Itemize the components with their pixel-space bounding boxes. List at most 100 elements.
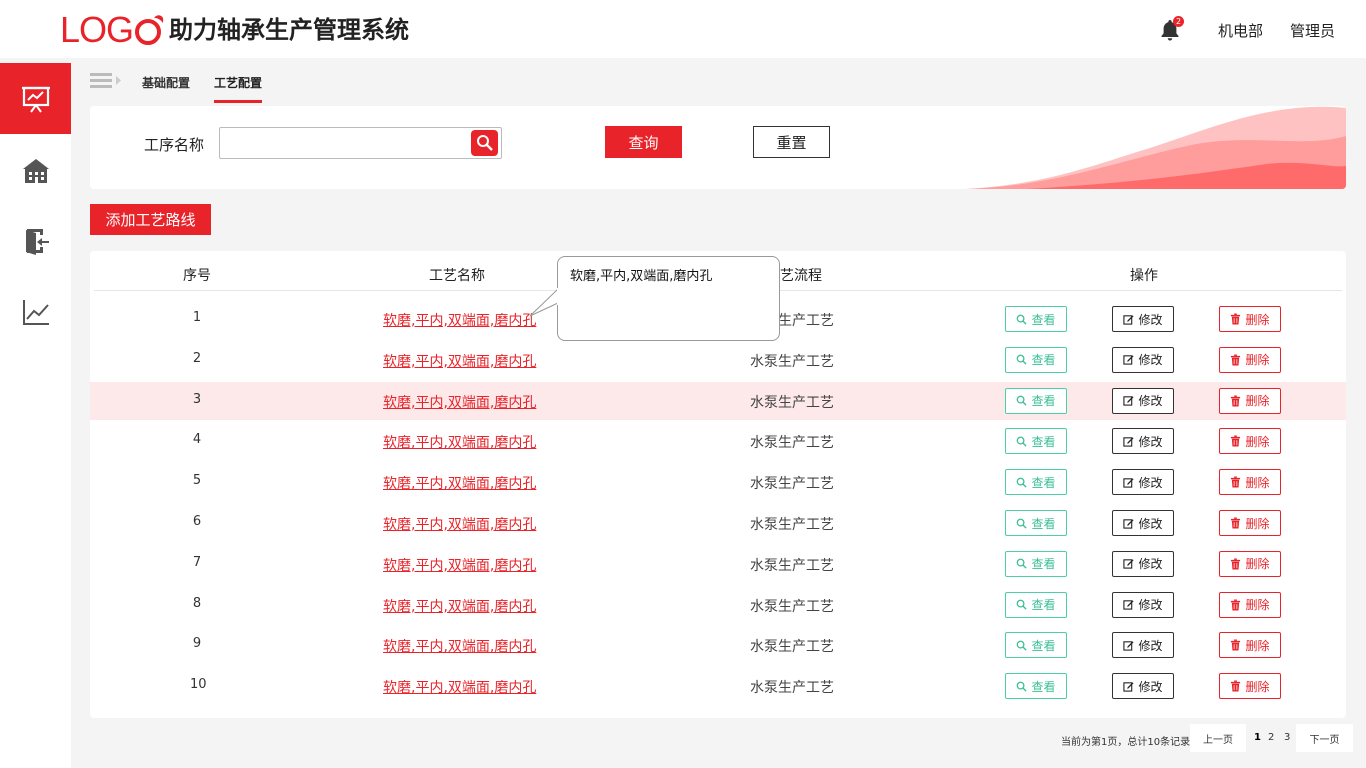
process-name-link[interactable]: 软磨,平内,双端面,磨内孔 <box>383 392 536 412</box>
breadcrumb-item-basic[interactable]: 基础配置 <box>142 74 190 91</box>
edit-icon <box>1123 518 1135 529</box>
edit-button[interactable]: 修改 <box>1112 550 1174 577</box>
sidebar-item-dashboard[interactable] <box>0 63 71 134</box>
delete-button[interactable]: 删除 <box>1219 469 1281 496</box>
search-icon <box>1017 314 1028 325</box>
delete-button[interactable]: 删除 <box>1219 673 1281 700</box>
process-name-link[interactable]: 软磨,平内,双端面,磨内孔 <box>383 473 536 493</box>
view-button[interactable]: 查看 <box>1005 428 1067 455</box>
process-name-input[interactable] <box>219 127 502 159</box>
edit-button[interactable]: 修改 <box>1112 387 1174 414</box>
prev-page-button[interactable]: 上一页 <box>1190 724 1246 752</box>
department-label[interactable]: 机电部 <box>1218 20 1263 41</box>
sidebar-item-statistics[interactable] <box>0 276 71 347</box>
view-button[interactable]: 查看 <box>1005 306 1067 332</box>
page-number-1[interactable]: 1 <box>1254 732 1261 743</box>
edit-label: 修改 <box>1138 312 1163 327</box>
view-label: 查看 <box>1031 516 1056 531</box>
edit-icon <box>1123 559 1135 569</box>
edit-button[interactable]: 修改 <box>1112 673 1174 700</box>
tooltip-pointer <box>529 288 561 317</box>
process-name-link[interactable]: 软磨,平内,双端面,磨内孔 <box>383 432 536 452</box>
view-button[interactable]: 查看 <box>1005 510 1067 536</box>
delete-label: 删除 <box>1245 516 1270 531</box>
delete-button[interactable]: 删除 <box>1219 346 1281 373</box>
process-flow: 水泵生产工艺 <box>750 598 834 615</box>
edit-button[interactable]: 修改 <box>1112 591 1174 618</box>
process-name-link[interactable]: 软磨,平内,双端面,磨内孔 <box>383 636 536 656</box>
row-index: 4 <box>192 432 202 448</box>
column-header-name: 工艺名称 <box>429 268 485 284</box>
table-row: 8 软磨,平内,双端面,磨内孔 水泵生产工艺 查看 修改 删除 <box>90 586 1346 624</box>
delete-label: 删除 <box>1245 475 1270 490</box>
table-row: 10 软磨,平内,双端面,磨内孔 水泵生产工艺 查看 修改 删除 <box>90 667 1346 705</box>
process-flow: 水泵生产工艺 <box>750 394 834 411</box>
edit-button[interactable]: 修改 <box>1112 428 1174 455</box>
sidebar-item-exit[interactable] <box>0 205 71 276</box>
view-button[interactable]: 查看 <box>1005 346 1067 373</box>
search-button[interactable] <box>471 130 498 156</box>
next-page-button[interactable]: 下一页 <box>1296 724 1353 752</box>
process-name-link[interactable]: 软磨,平内,双端面,磨内孔 <box>383 677 536 697</box>
view-label: 查看 <box>1031 598 1056 613</box>
edit-button[interactable]: 修改 <box>1112 469 1174 496</box>
column-header-actions: 操作 <box>1130 268 1158 284</box>
process-flow: 水泵生产工艺 <box>750 680 834 697</box>
process-name-link[interactable]: 软磨,平内,双端面,磨内孔 <box>383 310 536 330</box>
search-icon <box>1017 518 1028 529</box>
view-button[interactable]: 查看 <box>1005 591 1067 618</box>
query-button[interactable]: 查询 <box>605 126 682 158</box>
trash-icon <box>1231 639 1241 651</box>
view-button[interactable]: 查看 <box>1005 550 1067 577</box>
page-number-2[interactable]: 2 <box>1268 732 1274 743</box>
delete-button[interactable]: 删除 <box>1219 632 1281 659</box>
view-button[interactable]: 查看 <box>1005 469 1067 496</box>
pagination-info: 当前为第1页，总计10条记录 <box>1061 737 1191 748</box>
delete-button[interactable]: 删除 <box>1219 510 1281 536</box>
reset-button[interactable]: 重置 <box>753 126 830 158</box>
edit-icon <box>1123 600 1135 610</box>
delete-button[interactable]: 删除 <box>1219 387 1281 414</box>
row-index: 1 <box>192 310 202 325</box>
menu-toggle-icon[interactable] <box>90 72 122 90</box>
process-name-link[interactable]: 软磨,平内,双端面,磨内孔 <box>383 514 536 534</box>
row-index: 7 <box>192 554 202 570</box>
add-process-route-button[interactable]: 添加工艺路线 <box>90 204 211 235</box>
delete-button[interactable]: 删除 <box>1219 591 1281 618</box>
view-button[interactable]: 查看 <box>1005 387 1067 414</box>
edit-icon <box>1123 314 1135 325</box>
process-name-link[interactable]: 软磨,平内,双端面,磨内孔 <box>383 596 536 616</box>
edit-button[interactable]: 修改 <box>1112 510 1174 536</box>
delete-button[interactable]: 删除 <box>1219 428 1281 455</box>
system-title: 助力轴承生产管理系统 <box>169 16 410 44</box>
edit-label: 修改 <box>1138 434 1163 449</box>
trash-icon <box>1231 395 1241 407</box>
process-flow: 水泵生产工艺 <box>750 639 834 656</box>
delete-button[interactable]: 删除 <box>1219 306 1281 332</box>
edit-button[interactable]: 修改 <box>1112 346 1174 373</box>
edit-label: 修改 <box>1138 679 1163 694</box>
view-button[interactable]: 查看 <box>1005 632 1067 659</box>
process-flow: 水泵生产工艺 <box>750 353 834 370</box>
delete-label: 删除 <box>1245 679 1270 694</box>
breadcrumb-item-process[interactable]: 工艺配置 <box>214 74 262 91</box>
table-row: 5 软磨,平内,双端面,磨内孔 水泵生产工艺 查看 修改 删除 <box>90 463 1346 501</box>
process-name-link[interactable]: 软磨,平内,双端面,磨内孔 <box>383 555 536 575</box>
row-index: 6 <box>192 514 202 529</box>
delete-label: 删除 <box>1245 434 1270 449</box>
row-index: 8 <box>192 595 202 611</box>
sidebar-item-factory[interactable] <box>0 134 71 205</box>
search-icon <box>1017 354 1028 365</box>
process-name-link[interactable]: 软磨,平内,双端面,磨内孔 <box>383 351 536 371</box>
delete-label: 删除 <box>1245 312 1270 327</box>
edit-label: 修改 <box>1138 638 1163 653</box>
edit-button[interactable]: 修改 <box>1112 632 1174 659</box>
user-role-label[interactable]: 管理员 <box>1290 20 1335 41</box>
trash-icon <box>1231 558 1241 570</box>
edit-icon <box>1123 437 1135 447</box>
view-button[interactable]: 查看 <box>1005 673 1067 700</box>
page-number-3[interactable]: 3 <box>1284 732 1290 743</box>
row-index: 2 <box>192 350 202 366</box>
edit-button[interactable]: 修改 <box>1112 306 1174 332</box>
delete-button[interactable]: 删除 <box>1219 550 1281 577</box>
